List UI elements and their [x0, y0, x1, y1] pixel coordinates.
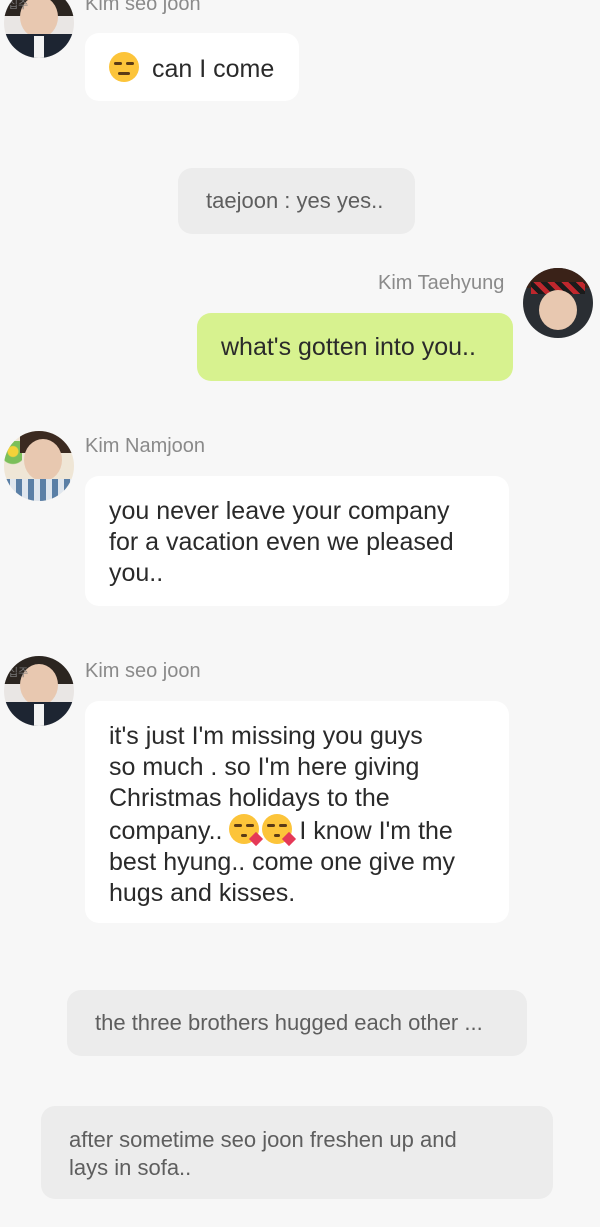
sender-name: Kim seo joon	[85, 0, 201, 15]
expressionless-face-icon	[109, 52, 139, 82]
avatar-kim-namjoon[interactable]	[4, 431, 74, 501]
narration-line: after sometime seo joon freshen up and	[69, 1127, 457, 1152]
message-text: company..	[109, 817, 223, 845]
message-text: can I come	[151, 55, 275, 83]
sender-name: Kim Taehyung	[378, 272, 505, 294]
narration-line: lays in sofa..	[69, 1155, 192, 1180]
kissing-heart-face-icon	[262, 814, 297, 847]
message-line-with-emoji: company.. I know I'm the	[109, 814, 485, 847]
narration-text: the three brothers hugged each other ...	[95, 1010, 483, 1035]
avatar-kim-seo-joon[interactable]: 십주	[4, 0, 74, 58]
message-text: I know I'm the	[299, 817, 453, 845]
message-line: you..	[109, 559, 164, 587]
message-bubble[interactable]: can I come	[85, 33, 299, 101]
kissing-heart-face-icon	[229, 814, 264, 847]
message-line: you never leave your company	[109, 497, 450, 525]
avatar-logo-text: 십주	[8, 667, 29, 679]
narration-bubble: taejoon : yes yes..	[178, 168, 415, 234]
message-bubble[interactable]: you never leave your company for a vacat…	[85, 476, 509, 606]
message-line: hugs and kisses.	[109, 879, 296, 907]
narration-text: taejoon : yes yes..	[206, 188, 384, 213]
avatar-kim-seo-joon[interactable]: 십주	[4, 656, 74, 726]
avatar-kim-taehyung[interactable]	[523, 268, 593, 338]
message-line: it's just I'm missing you guys	[109, 722, 423, 750]
sender-name: Kim seo joon	[85, 660, 201, 682]
narration-bubble: after sometime seo joon freshen up and l…	[41, 1106, 553, 1199]
message-bubble[interactable]: it's just I'm missing you guys so much .…	[85, 701, 509, 923]
sender-name: Kim Namjoon	[85, 435, 206, 457]
message-line: Christmas holidays to the	[109, 784, 390, 812]
message-line: best hyung.. come one give my	[109, 848, 456, 876]
message-text: what's gotten into you..	[221, 333, 476, 361]
message-line: so much . so I'm here giving	[109, 753, 420, 781]
message-bubble-own[interactable]: what's gotten into you..	[197, 313, 513, 381]
message-line: for a vacation even we pleased	[109, 528, 454, 556]
narration-bubble: the three brothers hugged each other ...	[67, 990, 527, 1056]
avatar-logo-text: 십주	[8, 0, 29, 11]
